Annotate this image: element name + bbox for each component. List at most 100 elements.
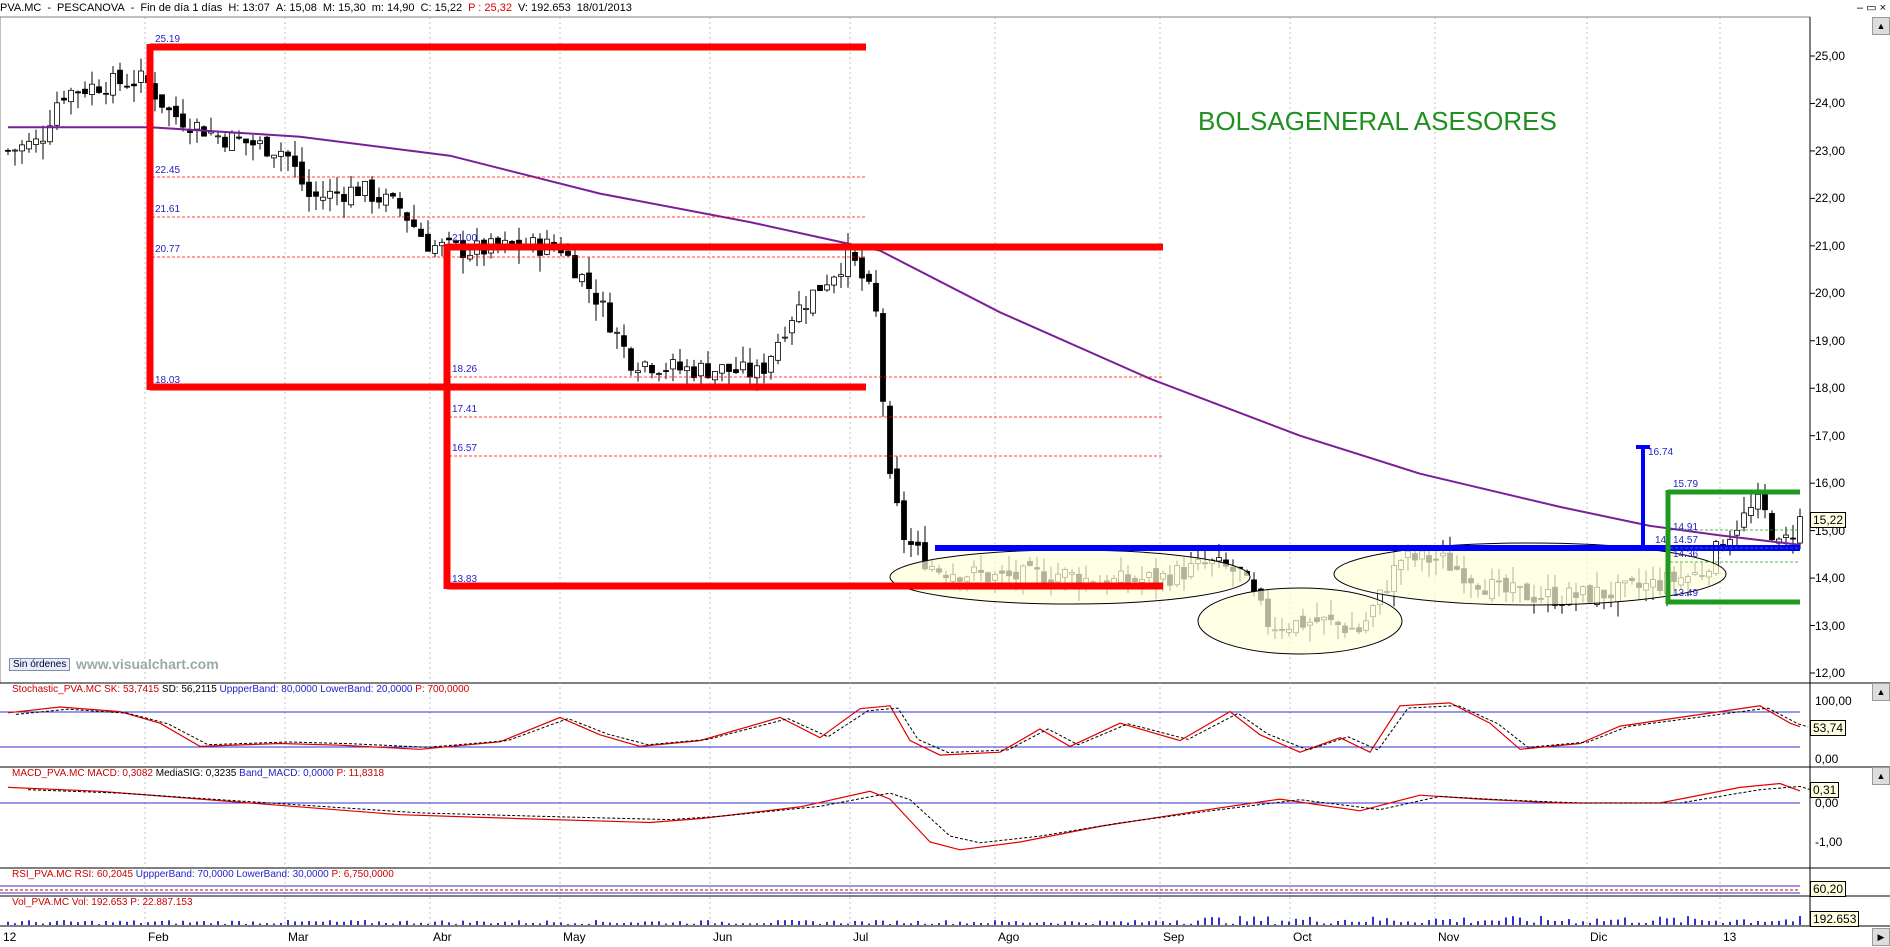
watermark: www.visualchart.com bbox=[76, 656, 219, 672]
candle-body bbox=[376, 197, 382, 203]
candle-body bbox=[628, 348, 634, 371]
candle-body bbox=[726, 363, 732, 372]
candle-body bbox=[285, 151, 291, 157]
level-label: 14 bbox=[1655, 535, 1667, 546]
price-tick-label: 19,00 bbox=[1815, 333, 1846, 348]
price-tick-label: 24,00 bbox=[1815, 96, 1846, 111]
candle-body bbox=[810, 289, 816, 314]
candle-body bbox=[390, 193, 396, 197]
candle-body bbox=[796, 304, 802, 322]
chart-canvas[interactable] bbox=[0, 0, 1890, 947]
candle-body bbox=[824, 284, 830, 291]
candle-body bbox=[873, 282, 879, 312]
candle-body bbox=[250, 140, 256, 146]
candle-body bbox=[299, 161, 305, 185]
candle-body bbox=[26, 140, 32, 150]
candle-body bbox=[894, 468, 900, 504]
x-tick-label: Ago bbox=[998, 930, 1020, 944]
candle-body bbox=[1769, 513, 1775, 541]
rsi-last: 60,20 bbox=[1810, 881, 1847, 897]
macd-signal-line bbox=[27, 785, 1821, 844]
candle-body bbox=[817, 284, 823, 291]
candle-body bbox=[327, 190, 333, 199]
level-label: 18.26 bbox=[452, 364, 478, 375]
candle-body bbox=[334, 191, 340, 194]
candle-body bbox=[362, 181, 368, 196]
candle-body bbox=[607, 302, 613, 333]
candle-body bbox=[40, 140, 46, 144]
x-tick-label: Feb bbox=[148, 930, 169, 944]
candle-body bbox=[572, 255, 578, 279]
price-tick-label: 13,00 bbox=[1815, 618, 1846, 633]
x-tick-label: 12 bbox=[3, 930, 17, 944]
level-label: 18.03 bbox=[155, 375, 181, 386]
candle-body bbox=[740, 361, 746, 371]
candle-body bbox=[761, 362, 767, 374]
candle-body bbox=[411, 219, 417, 227]
candle-body bbox=[5, 149, 11, 152]
candle-body bbox=[446, 237, 452, 241]
candle-body bbox=[663, 370, 669, 372]
candle-body bbox=[194, 121, 200, 130]
last-price-box: 15,22 bbox=[1810, 512, 1847, 528]
candle-body bbox=[775, 341, 781, 361]
candle-body bbox=[719, 364, 725, 374]
candle-body bbox=[75, 91, 81, 94]
candle-body bbox=[292, 155, 298, 167]
stoch-label: Stochastic_PVA.MC SK: 53,7415 SD: 56,211… bbox=[12, 684, 470, 695]
level-label: 21.61 bbox=[155, 204, 181, 215]
candle-body bbox=[621, 335, 627, 347]
scroll-up-button[interactable]: ▲ bbox=[1872, 767, 1890, 785]
x-tick-label: Jun bbox=[713, 930, 733, 944]
price-tick-label: 23,00 bbox=[1815, 143, 1846, 158]
candle-body bbox=[229, 132, 235, 151]
candle-body bbox=[698, 362, 704, 377]
sin-ordenes-button[interactable]: Sin órdenes bbox=[9, 658, 71, 671]
candle-body bbox=[257, 140, 263, 145]
candle-body bbox=[180, 113, 186, 128]
candle-body bbox=[747, 362, 753, 378]
candle-body bbox=[565, 250, 571, 256]
candle-body bbox=[341, 194, 347, 202]
scroll-up-button[interactable]: ▲ bbox=[1872, 17, 1890, 35]
rsi-label: RSI_PVA.MC RSI: 60,2045 UppperBand: 70,0… bbox=[12, 869, 394, 880]
x-tick-label: Abr bbox=[433, 930, 452, 944]
scroll-right-button[interactable]: ▶ bbox=[1872, 928, 1890, 946]
candle-body bbox=[656, 373, 662, 375]
candle-body bbox=[831, 276, 837, 286]
candle-body bbox=[579, 274, 585, 283]
level-label: 13.83 bbox=[452, 574, 478, 585]
scroll-up-button[interactable]: ▲ bbox=[1872, 683, 1890, 701]
candle-body bbox=[691, 366, 697, 379]
candle-body bbox=[1741, 512, 1747, 528]
x-tick-label: May bbox=[563, 930, 586, 944]
candle-body bbox=[1762, 491, 1768, 511]
price-tick-label: 17,00 bbox=[1815, 428, 1846, 443]
level-label: 16.57 bbox=[452, 443, 478, 454]
price-tick-label: 18,00 bbox=[1815, 381, 1846, 396]
candle-body bbox=[677, 361, 683, 371]
macd-axis-minus1: -1,00 bbox=[1815, 835, 1843, 849]
candle-body bbox=[68, 89, 74, 103]
candle-body bbox=[1790, 537, 1796, 540]
volume-bars bbox=[7, 916, 1801, 925]
candle-body bbox=[418, 228, 424, 237]
stoch-axis-top: 100,00 bbox=[1815, 694, 1852, 708]
candle-body bbox=[593, 292, 599, 305]
macd-last: 0,31 bbox=[1810, 782, 1840, 798]
candle-body bbox=[887, 405, 893, 474]
candle-body bbox=[803, 308, 809, 310]
x-tick-label: Dic bbox=[1590, 930, 1608, 944]
candle-body bbox=[278, 150, 284, 157]
candle-body bbox=[173, 105, 179, 118]
candle-body bbox=[1797, 516, 1803, 544]
vol-label: Vol_PVA.MC Vol: 192.653 P: 22.887.153 bbox=[12, 897, 193, 908]
macd-axis-zero: 0,00 bbox=[1815, 796, 1839, 810]
candle-body bbox=[425, 233, 431, 252]
candle-body bbox=[845, 247, 851, 277]
x-tick-label: Jul bbox=[853, 930, 869, 944]
candle-body bbox=[166, 107, 172, 111]
candle-body bbox=[649, 364, 655, 374]
price-tick-label: 22,00 bbox=[1815, 191, 1846, 206]
candle-body bbox=[705, 363, 711, 379]
